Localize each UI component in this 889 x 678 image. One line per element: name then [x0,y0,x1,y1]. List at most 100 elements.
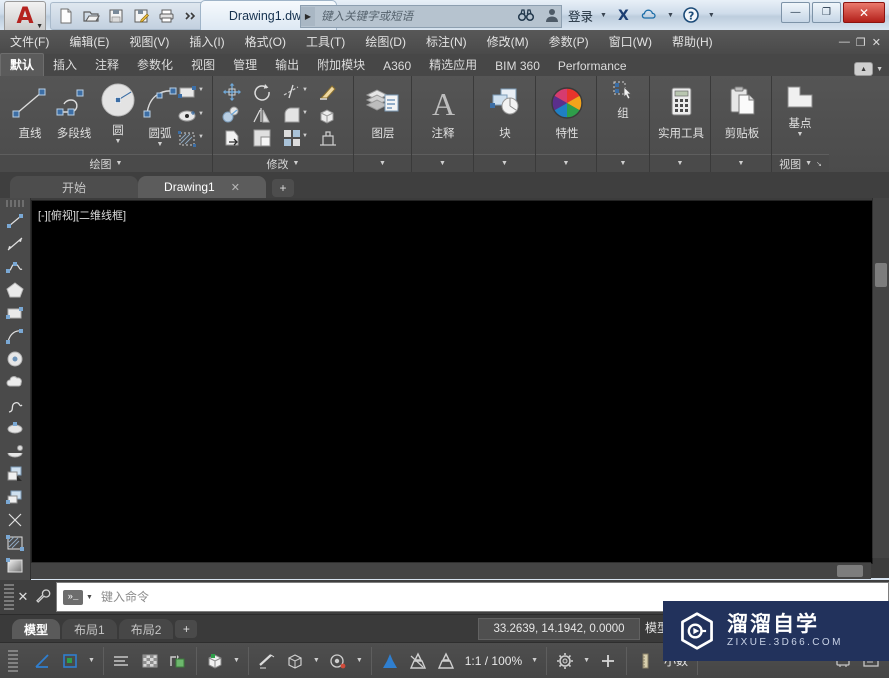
coordinates-display[interactable]: 33.2639, 14.1942, 0.0000 [478,618,640,640]
annotation-button[interactable]: A 注释 [417,82,469,141]
plot-button[interactable] [154,5,178,27]
ortho-snap-toggle[interactable] [29,649,55,673]
menu-item-file[interactable]: 文件(F) [0,30,59,54]
isometric-toggle[interactable] [137,649,163,673]
toolbar-polygon-button[interactable] [2,278,28,301]
modify-explode-button[interactable] [317,104,339,126]
toolbar-hatch-button[interactable] [2,531,28,554]
modify-mirror-button[interactable] [251,104,273,126]
transparency-toggle[interactable] [282,649,308,673]
workspace-dropdown-icon[interactable]: ▼ [580,657,593,664]
user-account-icon-wrap[interactable] [540,4,564,26]
fillet-dropdown-icon[interactable]: ▼ [302,110,308,116]
workspace-switching-button[interactable] [552,649,578,673]
save-button[interactable] [104,5,128,27]
maximize-button[interactable]: ❐ [812,2,841,23]
doc-restore-button[interactable]: ❐ [856,36,866,49]
close-button[interactable]: ✕ [843,2,885,23]
array-dropdown-icon[interactable]: ▼ [302,133,308,139]
toolbar-polyline-button[interactable] [2,255,28,278]
layers-panel-title-bar[interactable]: ▼ [354,154,411,172]
toolbar-circle-button[interactable] [2,347,28,370]
menu-item-format[interactable]: 格式(O) [235,30,296,54]
ribbon-tab-featured-apps[interactable]: 精选应用 [420,54,486,76]
annotation-scale-label[interactable]: 1:1 / 100% [461,654,526,668]
scale-dropdown-icon[interactable]: ▼ [528,657,541,664]
properties-panel-title-bar[interactable]: ▼ [536,154,596,172]
trim-dropdown-icon[interactable]: ▼ [302,87,308,93]
block-panel-title-bar[interactable]: ▼ [474,154,535,172]
menu-item-edit[interactable]: 编辑(E) [59,30,119,54]
menu-item-tools[interactable]: 工具(T) [296,30,355,54]
ribbon-tab-addins[interactable]: 附加模块 [308,54,374,76]
help-button[interactable]: ? [679,4,703,26]
clipboard-panel-title-bar[interactable]: ▼ [711,154,771,172]
menu-item-parametric[interactable]: 参数(P) [539,30,599,54]
toolbar-insert-block-button[interactable] [2,462,28,485]
draw-panel-title-bar[interactable]: 绘图 ▼ [0,154,212,172]
toolbar-rectangle-button[interactable] [2,301,28,324]
menu-item-insert[interactable]: 插入(I) [179,30,234,54]
menu-item-draw[interactable]: 绘图(D) [355,30,416,54]
toolbar-revision-cloud-button[interactable] [2,370,28,393]
status-bar-grip[interactable] [8,649,18,672]
minimize-button[interactable]: — [781,2,810,23]
ellipse-dropdown-icon[interactable]: ▼ [198,111,204,117]
object-snap-toggle[interactable] [202,649,228,673]
menu-item-modify[interactable]: 修改(M) [477,30,539,54]
viewport-label[interactable]: [-][俯视][二维线框] [38,207,126,223]
menu-item-view[interactable]: 视图(V) [119,30,179,54]
layers-panel-expand-icon[interactable]: ▼ [379,160,386,167]
customization-button[interactable] [595,649,621,673]
new-file-tab-button[interactable]: + [272,179,294,197]
layout-tab-layout1[interactable]: 布局1 [62,619,117,639]
annotation-autoscale-toggle[interactable] [405,649,431,673]
modify-trim-button[interactable] [281,81,303,103]
group-button[interactable]: 组 [597,78,649,121]
grid-snap-toggle[interactable] [57,649,83,673]
file-tab-start[interactable]: 开始 [10,176,138,198]
search-help-button[interactable] [514,4,538,26]
ribbon-tab-home[interactable]: 默认 [0,53,45,76]
toolbar-make-block-button[interactable] [2,485,28,508]
properties-button[interactable]: 特性 [541,82,593,141]
toolbar-grip[interactable] [6,200,24,207]
application-menu-button[interactable]: A ▼ [4,1,46,33]
menu-item-help[interactable]: 帮助(H) [662,30,723,54]
cloud-chevron-icon[interactable]: ▼ [664,12,677,19]
modify-copy-button[interactable] [221,104,243,126]
draw-rectangle-button[interactable] [176,81,198,103]
search-dropdown-icon[interactable]: ▶ [301,7,315,26]
modify-array-button[interactable] [281,127,303,149]
display-grid-toggle[interactable] [109,649,135,673]
modify-erase-button[interactable] [317,81,339,103]
command-prompt-icon[interactable]: »_ [63,589,83,605]
snap-dropdown-icon[interactable]: ▼ [85,657,98,664]
help-chevron-icon[interactable]: ▼ [705,12,718,19]
draw-ellipse-button[interactable] [176,105,198,127]
annotation-visibility-toggle[interactable] [377,649,403,673]
ribbon-tab-parametric[interactable]: 参数化 [128,54,182,76]
ribbon-tab-view[interactable]: 视图 [182,54,224,76]
layers-button[interactable]: 图层 [357,82,409,141]
hatch-dropdown-icon[interactable]: ▼ [198,134,204,140]
doc-close-button[interactable]: ✕ [872,36,881,49]
file-tab-close-icon[interactable]: ✕ [231,181,240,194]
group-panel-title-bar[interactable]: ▼ [597,154,649,172]
toolbar-line-button[interactable] [2,209,28,232]
selection-cycling-toggle[interactable] [325,649,351,673]
file-tab-drawing1[interactable]: Drawing1 ✕ [138,176,266,198]
toolbar-spline-button[interactable] [2,393,28,416]
ribbon-minimize-button[interactable]: ▲ [854,62,874,76]
lineweight-toggle[interactable] [254,649,280,673]
modify-rotate-button[interactable] [251,81,273,103]
rectangle-dropdown-icon[interactable]: ▼ [198,87,204,93]
clipboard-panel-expand-icon[interactable]: ▼ [738,160,745,167]
sign-in-chevron-icon[interactable]: ▼ [597,12,610,19]
ribbon-tab-manage[interactable]: 管理 [224,54,266,76]
menu-item-dimension[interactable]: 标注(N) [416,30,477,54]
modify-move-button[interactable] [221,81,243,103]
utilities-button[interactable]: 实用工具 [655,82,707,141]
modify-panel-title-bar[interactable]: 修改 ▼ [213,154,353,172]
draw-panel-expand-icon[interactable]: ▼ [116,160,123,167]
